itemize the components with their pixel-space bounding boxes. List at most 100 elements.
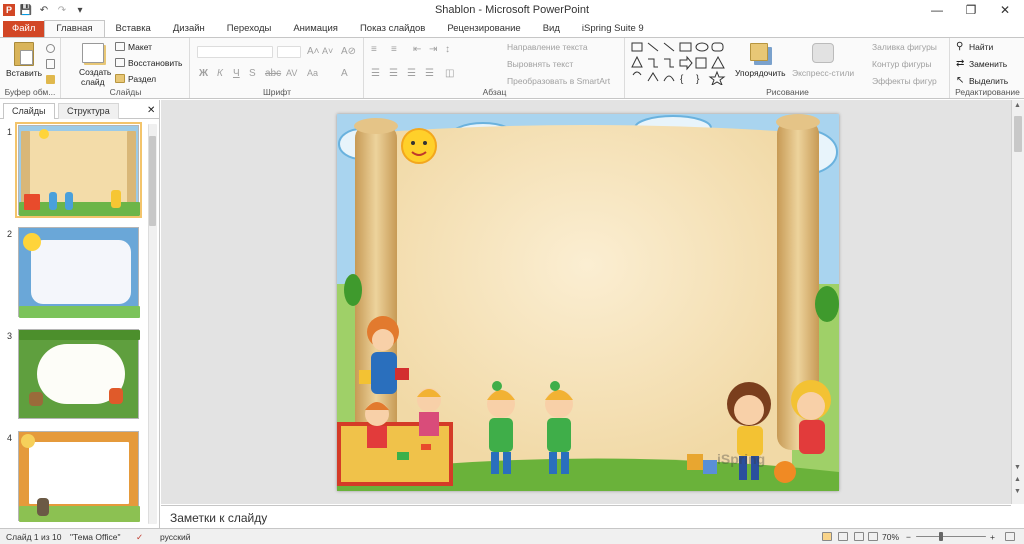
shrink-font-icon[interactable]: A˅ [322, 46, 333, 56]
next-slide-icon[interactable]: ▼ [1014, 488, 1021, 495]
clipboard-group: Вставить Буфер обм... [0, 38, 61, 98]
window-title: Shablon - Microsoft PowerPoint [434, 4, 590, 16]
reading-view-icon[interactable] [854, 532, 864, 541]
tab-view[interactable]: Вид [532, 21, 571, 38]
title-bar: P 💾 ↶ ↷ ▾ Shablon - Microsoft PowerPoint… [0, 0, 1024, 20]
spacing-icon[interactable]: AV [286, 68, 297, 78]
slide-sorter-view-icon[interactable] [838, 532, 848, 541]
bold-icon[interactable]: Ж [199, 68, 208, 79]
text-direction-button[interactable]: Направление текста [507, 42, 588, 52]
cut-icon[interactable] [46, 44, 55, 53]
align-text-button[interactable]: Выровнять текст [507, 59, 573, 69]
convert-smartart-button[interactable]: Преобразовать в SmartArt [507, 76, 610, 86]
layout-button[interactable]: Макет [128, 42, 152, 52]
change-case-icon[interactable]: Aa [307, 68, 318, 78]
slide-background-art [337, 114, 839, 491]
scroll-up-icon[interactable]: ▲ [1014, 102, 1021, 109]
drawing-group-label: Рисование [766, 87, 809, 97]
slide-canvas[interactable]: iSpring [337, 114, 839, 491]
increase-indent-icon[interactable]: ⇥ [429, 44, 437, 55]
font-name-box[interactable] [197, 46, 273, 58]
replace-button[interactable]: Заменить [969, 59, 1007, 69]
tab-transitions[interactable]: Переходы [216, 21, 283, 38]
section-icon[interactable] [115, 74, 125, 83]
shadow-icon[interactable]: S [249, 68, 256, 79]
select-button[interactable]: Выделить [969, 76, 1008, 86]
slideshow-view-icon[interactable] [868, 532, 878, 541]
tab-outline[interactable]: Структура [58, 103, 119, 119]
section-button[interactable]: Раздел [128, 74, 156, 84]
font-color-icon[interactable]: A [341, 68, 348, 79]
arrange-button[interactable]: Упорядочить [735, 68, 786, 78]
slide-thumbnail-4[interactable] [18, 431, 140, 522]
font-size-box[interactable] [277, 46, 301, 58]
slide-thumbnail-1[interactable] [15, 122, 142, 218]
tab-slideshow[interactable]: Показ слайдов [349, 21, 436, 38]
new-slide-button[interactable]: Создать [79, 67, 111, 77]
tab-file[interactable]: Файл [3, 21, 45, 38]
prev-slide-icon[interactable]: ▲ [1014, 476, 1021, 483]
language[interactable]: русский [160, 532, 191, 542]
pane-close-icon[interactable]: ✕ [147, 105, 155, 116]
normal-view-icon[interactable] [822, 532, 832, 541]
spellcheck-icon[interactable]: ✓ [136, 532, 143, 543]
theme-name[interactable]: "Тема Office" [70, 532, 120, 542]
zoom-out-icon[interactable]: − [906, 532, 911, 542]
numbering-icon[interactable]: ≡ [391, 44, 397, 55]
close-button[interactable]: ✕ [988, 0, 1022, 20]
editing-group: Найти ⚲ Заменить ⇄ Выделить ↖ Редактиров… [951, 38, 1024, 98]
align-left-icon[interactable]: ☰ [371, 68, 380, 79]
tab-animations[interactable]: Анимация [282, 21, 349, 38]
scroll-down-icon[interactable]: ▼ [1014, 464, 1021, 471]
pane-scrollbar-thumb[interactable] [149, 136, 156, 226]
copy-icon[interactable] [46, 59, 55, 69]
restore-button[interactable]: ❐ [954, 0, 988, 20]
grow-font-icon[interactable]: A˄ [307, 46, 320, 57]
shape-fill-button[interactable]: Заливка фигуры [872, 42, 937, 52]
underline-icon[interactable]: Ч [233, 68, 240, 79]
slide-thumbnail-3[interactable] [18, 329, 140, 419]
reset-icon[interactable] [115, 58, 125, 67]
shape-outline-button[interactable]: Контур фигуры [872, 59, 931, 69]
strikethrough-icon[interactable]: abc [265, 68, 281, 79]
slide-thumbnail-2[interactable] [18, 227, 140, 318]
bullets-icon[interactable]: ≡ [371, 44, 377, 55]
tab-ispring[interactable]: iSpring Suite 9 [571, 21, 655, 38]
clear-format-icon[interactable]: A⊘ [341, 46, 356, 57]
align-right-icon[interactable]: ☰ [407, 68, 416, 79]
reset-button[interactable]: Восстановить [128, 58, 182, 68]
status-bar: Слайд 1 из 10 "Тема Office" ✓ русский 70… [0, 528, 1024, 544]
paste-button[interactable]: Вставить [6, 68, 42, 78]
quick-styles-button[interactable]: Экспресс-стили [792, 68, 854, 78]
align-center-icon[interactable]: ☰ [389, 68, 398, 79]
italic-icon[interactable]: К [217, 68, 223, 79]
find-button[interactable]: Найти [969, 42, 993, 52]
layout-icon[interactable] [115, 42, 125, 51]
tab-slides[interactable]: Слайды [3, 103, 55, 119]
arrange-icon[interactable] [750, 43, 768, 61]
decrease-indent-icon[interactable]: ⇤ [413, 44, 421, 55]
tab-review[interactable]: Рецензирование [436, 21, 531, 38]
new-slide-icon[interactable] [82, 43, 104, 63]
tab-design[interactable]: Дизайн [162, 21, 216, 38]
zoom-slider-thumb[interactable] [939, 532, 943, 541]
scrollbar-thumb[interactable] [1014, 116, 1022, 152]
slide-watermark: iSpring [717, 451, 766, 467]
format-painter-icon[interactable] [46, 75, 55, 84]
tab-home[interactable]: Главная [44, 20, 105, 38]
fit-to-window-icon[interactable] [1005, 532, 1015, 541]
slides-pane: Слайды Структура ✕ 1 2 3 4 [0, 100, 160, 528]
minimize-button[interactable]: — [920, 0, 954, 20]
notes-pane[interactable]: Заметки к слайду [161, 505, 1011, 528]
shape-effects-button[interactable]: Эффекты фигур [872, 76, 937, 86]
shapes-gallery[interactable]: { } [630, 41, 726, 85]
justify-icon[interactable]: ☰ [425, 68, 434, 79]
vertical-scrollbar[interactable]: ▲ ▼ ▲ ▼ [1011, 100, 1024, 504]
zoom-in-icon[interactable]: + [990, 532, 995, 542]
tab-insert[interactable]: Вставка [105, 21, 162, 38]
columns-icon[interactable]: ◫ [445, 68, 454, 79]
zoom-level[interactable]: 70% [882, 532, 899, 542]
quick-styles-icon[interactable] [812, 43, 834, 63]
line-spacing-icon[interactable]: ↕ [445, 44, 450, 55]
zoom-slider[interactable] [916, 536, 986, 537]
